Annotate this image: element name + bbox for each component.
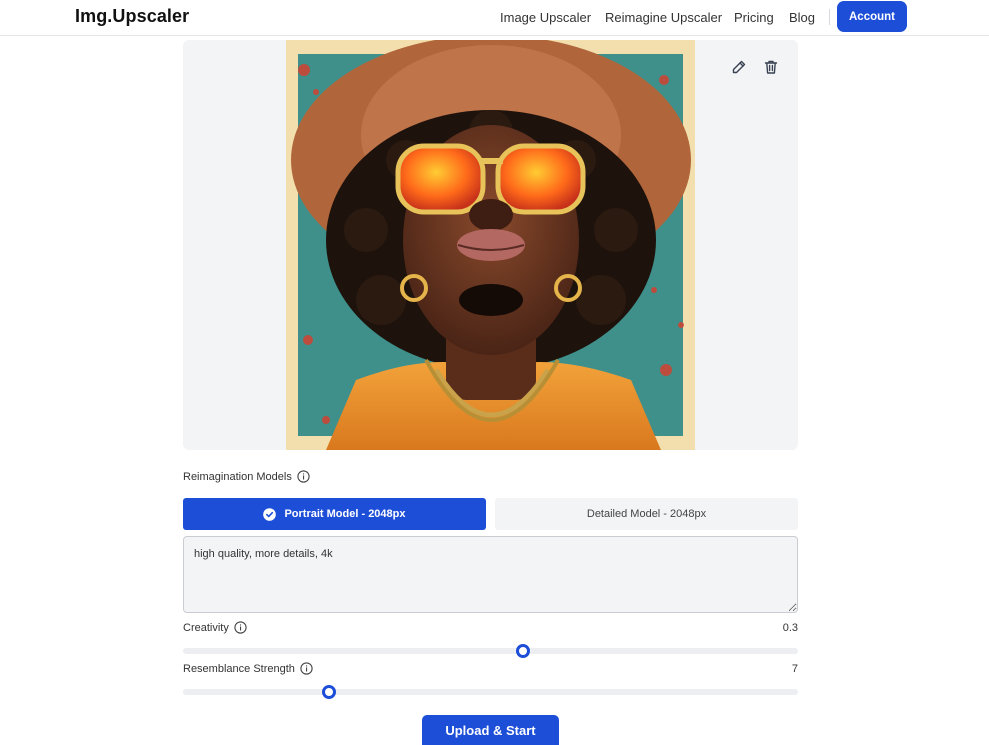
nav-blog[interactable]: Blog xyxy=(789,10,815,25)
creativity-label-row: Creativity xyxy=(183,621,247,634)
resemblance-slider-thumb[interactable] xyxy=(321,685,336,699)
uploaded-portrait-image xyxy=(286,40,695,450)
portrait-model-button[interactable]: Portrait Model - 2048px xyxy=(183,498,486,530)
account-button[interactable]: Account xyxy=(837,1,907,32)
nav-image-upscaler[interactable]: Image Upscaler xyxy=(500,10,591,25)
creativity-slider[interactable] xyxy=(183,644,798,658)
creativity-label: Creativity xyxy=(183,621,229,634)
top-header: Img.Upscaler Image Upscaler Reimagine Up… xyxy=(0,0,989,36)
portrait-model-label: Portrait Model - 2048px xyxy=(284,508,406,520)
nav-pricing[interactable]: Pricing xyxy=(734,10,774,25)
creativity-value: 0.3 xyxy=(782,622,798,634)
brand-logo[interactable]: Img.Upscaler xyxy=(75,6,189,27)
detailed-model-label: Detailed Model - 2048px xyxy=(586,508,707,520)
info-icon[interactable] xyxy=(300,662,313,675)
creativity-slider-thumb[interactable] xyxy=(516,644,531,658)
pencil-icon[interactable] xyxy=(726,54,752,80)
nav-reimagine-upscaler[interactable]: Reimagine Upscaler xyxy=(605,10,722,25)
detailed-model-button[interactable]: Detailed Model - 2048px xyxy=(495,498,798,530)
upload-and-start-button[interactable]: Upload & Start xyxy=(422,715,559,745)
models-label: Reimagination Models xyxy=(183,470,292,483)
resemblance-value: 7 xyxy=(791,663,798,675)
image-preview-panel xyxy=(183,40,798,450)
prompt-textarea[interactable] xyxy=(183,536,798,613)
resemblance-slider[interactable] xyxy=(183,685,798,699)
models-label-row: Reimagination Models xyxy=(183,470,310,483)
trash-icon[interactable] xyxy=(758,54,784,80)
check-circle-icon xyxy=(263,507,277,521)
resemblance-label-row: Resemblance Strength xyxy=(183,662,313,675)
info-icon[interactable] xyxy=(297,470,310,483)
resemblance-label: Resemblance Strength xyxy=(183,662,295,675)
nav-divider xyxy=(829,9,830,25)
info-icon[interactable] xyxy=(234,621,247,634)
